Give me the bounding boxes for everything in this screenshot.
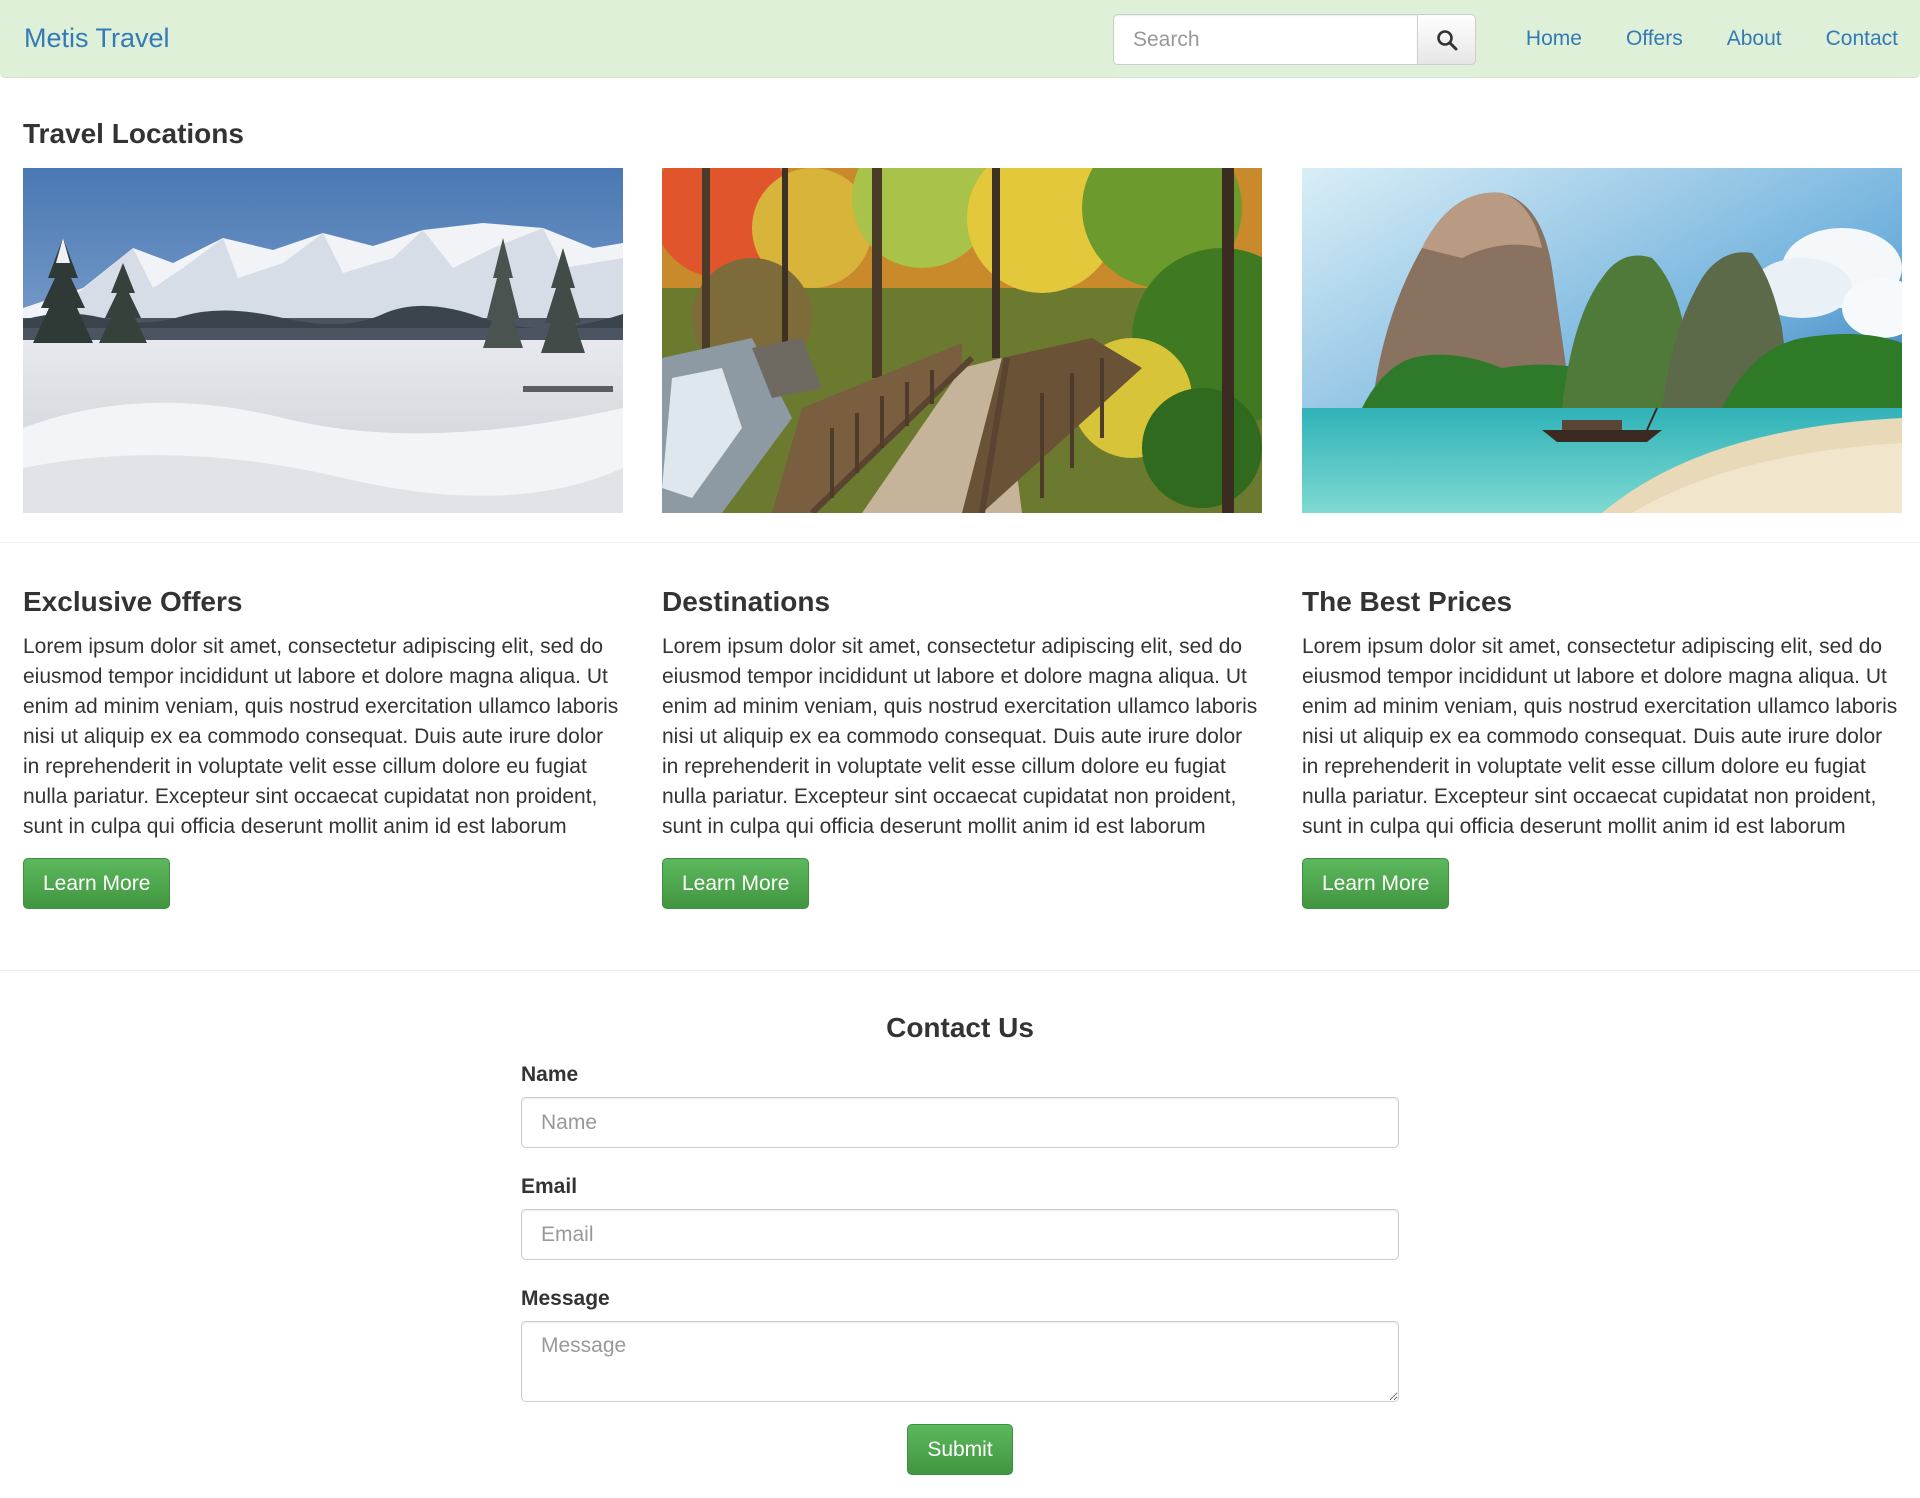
contact-title: Contact Us xyxy=(886,1012,1034,1043)
nav-links: Home Offers About Contact xyxy=(1504,0,1920,78)
brand-logo[interactable]: Metis Travel xyxy=(24,20,170,56)
submit-button[interactable]: Submit xyxy=(907,1424,1013,1475)
search-input[interactable] xyxy=(1113,14,1417,65)
learn-more-button[interactable]: Learn More xyxy=(1302,858,1450,909)
feature-column-destinations: Destinations Lorem ipsum dolor sit amet,… xyxy=(662,584,1262,909)
name-field[interactable] xyxy=(521,1097,1399,1148)
search-icon xyxy=(1436,29,1457,50)
name-label: Name xyxy=(521,1063,579,1086)
search-form xyxy=(1113,14,1476,65)
feature-title: The Best Prices xyxy=(1302,586,1513,617)
feature-title: Exclusive Offers xyxy=(23,586,243,617)
learn-more-button[interactable]: Learn More xyxy=(23,858,171,909)
feature-column-best-prices: The Best Prices Lorem ipsum dolor sit am… xyxy=(1302,584,1902,909)
email-label: Email xyxy=(521,1175,578,1198)
feature-text: Lorem ipsum dolor sit amet, consectetur … xyxy=(23,635,619,838)
nav-link-contact[interactable]: Contact xyxy=(1804,0,1920,78)
contact-form: Name Email Message Submit xyxy=(521,1060,1399,1475)
message-label: Message xyxy=(521,1287,610,1310)
feature-text: Lorem ipsum dolor sit amet, consectetur … xyxy=(662,635,1258,838)
feature-title: Destinations xyxy=(662,586,831,617)
email-field[interactable] xyxy=(521,1209,1399,1260)
nav-link-offers[interactable]: Offers xyxy=(1604,0,1705,78)
nav-link-home[interactable]: Home xyxy=(1504,0,1604,78)
submit-row: Submit xyxy=(521,1424,1399,1475)
navbar: Metis Travel Home Offers About Contact xyxy=(0,0,1920,78)
travel-locations-title: Travel Locations xyxy=(23,118,244,149)
nav-link-about[interactable]: About xyxy=(1705,0,1804,78)
section-divider xyxy=(0,542,1920,543)
feature-column-offers: Exclusive Offers Lorem ipsum dolor sit a… xyxy=(23,584,623,909)
message-field[interactable] xyxy=(521,1321,1399,1402)
autumn-forest-boardwalk-photo xyxy=(662,168,1262,513)
search-button[interactable] xyxy=(1417,14,1476,65)
section-divider xyxy=(0,970,1920,971)
learn-more-button[interactable]: Learn More xyxy=(662,858,810,909)
feature-text: Lorem ipsum dolor sit amet, consectetur … xyxy=(1302,635,1898,838)
snowy-mountains-photo xyxy=(23,168,623,513)
tropical-beach-cliff-photo xyxy=(1302,168,1902,513)
